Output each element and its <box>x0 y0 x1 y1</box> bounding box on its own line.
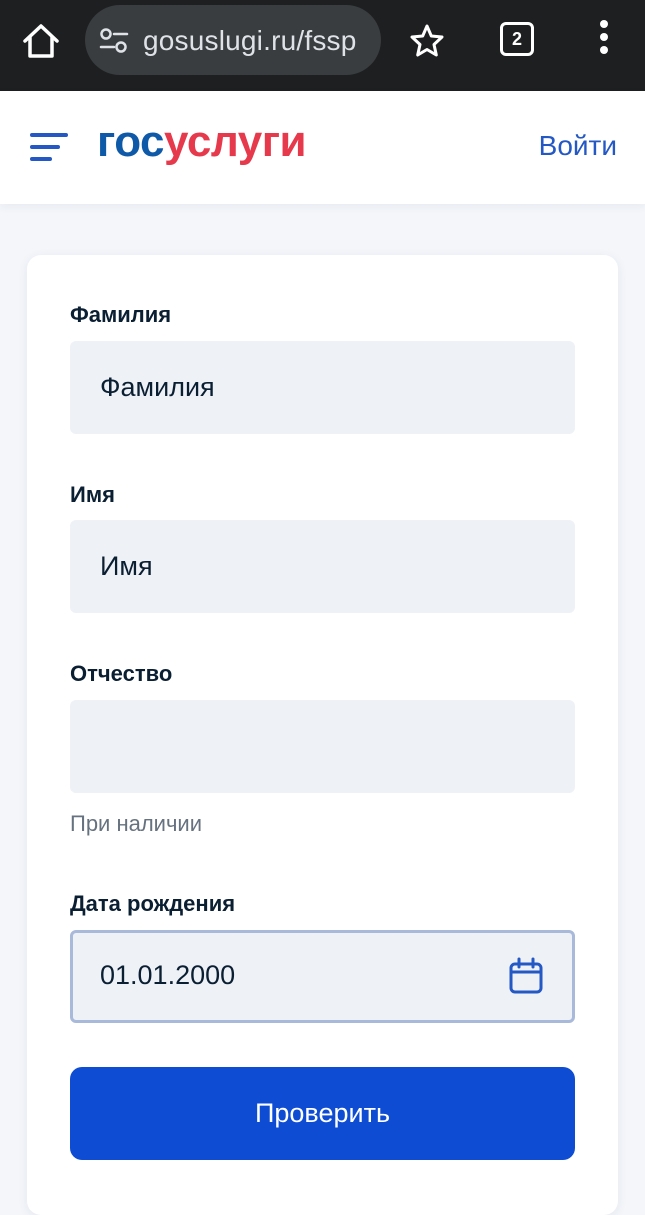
logo[interactable]: госуслуги <box>97 117 307 167</box>
star-icon[interactable] <box>408 22 446 60</box>
patronymic-input[interactable] <box>70 700 575 793</box>
url-text: gosuslugi.ru/fssp <box>143 25 357 56</box>
patronymic-hint: При наличии <box>70 811 202 836</box>
site-settings-icon[interactable] <box>99 27 129 55</box>
check-button[interactable]: Проверить <box>70 1067 575 1160</box>
birthdate-label: Дата рождения <box>70 891 236 916</box>
surname-input[interactable] <box>70 341 575 434</box>
menu-icon[interactable] <box>30 133 68 163</box>
name-label: Имя <box>70 482 115 507</box>
address-bar[interactable]: gosuslugi.ru/fssp <box>85 5 381 75</box>
more-icon[interactable] <box>594 20 614 60</box>
browser-toolbar: gosuslugi.ru/fssp 2 <box>0 0 645 91</box>
birthdate-input[interactable]: 01.01.2000 <box>70 930 575 1023</box>
home-icon[interactable] <box>20 20 62 62</box>
calendar-icon[interactable] <box>508 957 544 995</box>
birthdate-value: 01.01.2000 <box>100 960 236 990</box>
name-input[interactable] <box>70 520 575 613</box>
login-link[interactable]: Войти <box>539 130 617 162</box>
logo-part-gos: гос <box>97 117 165 166</box>
site-header: госуслуги Войти <box>0 91 645 204</box>
tabs-icon[interactable]: 2 <box>500 22 534 56</box>
patronymic-label: Отчество <box>70 661 173 686</box>
logo-part-uslugi: услуги <box>164 117 307 166</box>
surname-label: Фамилия <box>70 302 172 327</box>
